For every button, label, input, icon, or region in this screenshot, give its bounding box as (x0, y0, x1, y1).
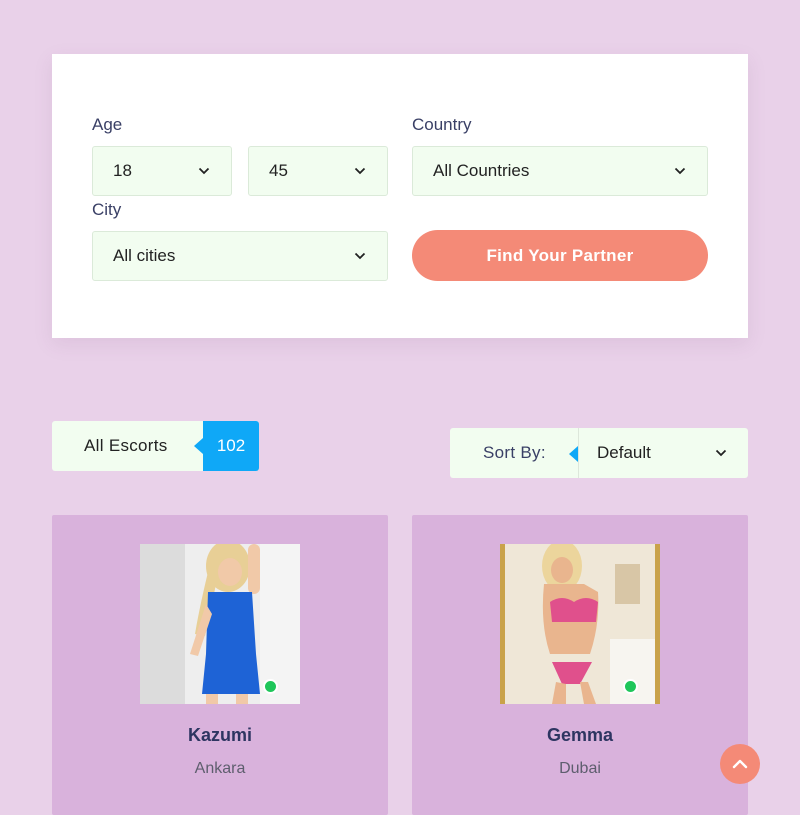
sort-control: Sort By: Default (450, 428, 748, 478)
age-label: Age (92, 115, 123, 134)
profile-card[interactable]: Gemma Dubai (412, 515, 748, 815)
profile-name[interactable]: Gemma (412, 725, 748, 746)
country-select[interactable]: All Countries (412, 146, 708, 196)
pointer-arrow-icon (569, 446, 578, 462)
profile-photo[interactable] (500, 544, 660, 704)
age-max-value: 45 (269, 161, 288, 180)
city-value: All cities (113, 246, 176, 265)
country-label: Country (412, 115, 472, 134)
results-count-label: All Escorts (84, 436, 168, 455)
find-partner-button[interactable]: Find Your Partner (412, 230, 708, 281)
online-status-icon (263, 679, 278, 694)
chevron-up-icon (732, 759, 748, 769)
sort-value: Default (597, 443, 651, 462)
age-max-select[interactable]: 45 (248, 146, 388, 196)
profile-card[interactable]: Kazumi Ankara (52, 515, 388, 815)
profile-city: Dubai (559, 760, 601, 777)
chevron-down-icon (714, 446, 728, 460)
results-count-badge: 102 (194, 421, 259, 471)
chevron-down-icon (673, 164, 687, 178)
age-min-select[interactable]: 18 (92, 146, 232, 196)
profile-name[interactable]: Kazumi (52, 725, 388, 746)
sort-select[interactable]: Default (579, 428, 748, 478)
search-filter-panel: Age 18 45 Country All Countries City All… (52, 54, 748, 338)
scroll-to-top-button[interactable] (720, 744, 760, 784)
chevron-down-icon (353, 164, 367, 178)
profile-city: Ankara (194, 760, 246, 777)
online-status-icon (623, 679, 638, 694)
city-label: City (92, 200, 122, 219)
age-min-value: 18 (113, 161, 132, 180)
results-count-box: All Escorts 102 (52, 421, 259, 471)
profile-photo[interactable] (140, 544, 300, 704)
city-select[interactable]: All cities (92, 231, 388, 281)
chevron-down-icon (353, 249, 367, 263)
sort-label: Sort By: (483, 443, 546, 462)
country-value: All Countries (433, 161, 530, 180)
chevron-down-icon (197, 164, 211, 178)
